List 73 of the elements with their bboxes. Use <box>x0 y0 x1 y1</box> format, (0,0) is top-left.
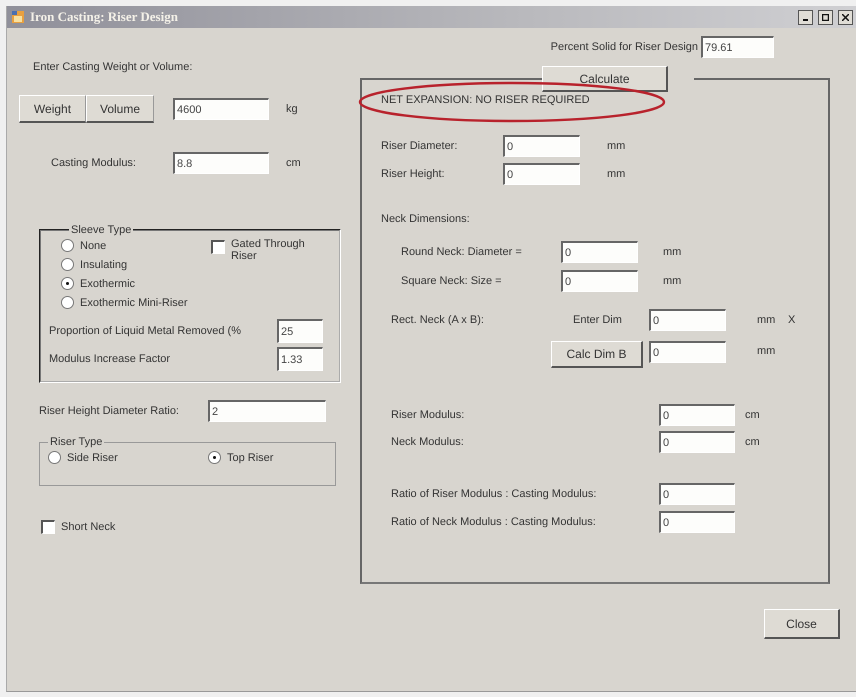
field-label: Riser Diameter: <box>381 140 458 152</box>
mode-button[interactable]: Volume <box>86 95 154 123</box>
section-title: Neck Dimensions: <box>381 213 470 225</box>
number-field[interactable]: 0 <box>649 341 726 363</box>
close-icon[interactable] <box>838 10 853 24</box>
field-label: Neck Modulus: <box>391 436 465 448</box>
amount-field[interactable]: 4600 <box>173 98 269 120</box>
app-icon <box>11 10 25 24</box>
prompt-text: Enter Casting Weight or Volume: <box>33 61 192 73</box>
field-label: Ratio of Neck Modulus : Casting Modulus: <box>391 516 597 528</box>
radio-label: Exothermic Mini-Riser <box>80 296 188 308</box>
radio-label: Side Riser <box>67 452 118 464</box>
unit-label: cm <box>745 409 760 421</box>
mode-button[interactable]: Weight <box>19 95 86 123</box>
checkbox[interactable] <box>41 520 55 534</box>
radio-label: Exothermic <box>80 278 136 290</box>
calc-dim-button[interactable]: Calc Dim B <box>551 341 643 368</box>
radio-button[interactable] <box>61 239 74 252</box>
radio-button[interactable] <box>208 451 221 464</box>
unit-label: mm <box>757 314 776 326</box>
field-label: Round Neck: Diameter = <box>401 246 523 258</box>
unit-label: mm <box>607 140 626 152</box>
maximize-icon[interactable] <box>818 10 833 24</box>
number-field[interactable]: 0 <box>659 404 735 426</box>
field-label: Modulus Increase Factor <box>49 353 172 365</box>
group-title: Sleeve Type <box>71 224 132 236</box>
window-title: Iron Casting: Riser Design <box>30 9 178 25</box>
number-field[interactable]: 0 <box>561 270 638 292</box>
field-label: Percent Solid for Riser Design <box>550 41 698 53</box>
field-label: Square Neck: Size = <box>401 275 503 287</box>
number-field[interactable]: 0 <box>659 511 735 533</box>
field-label: Riser Height: <box>381 168 446 180</box>
minimize-icon[interactable] <box>798 10 813 24</box>
radio-button[interactable] <box>61 277 74 290</box>
unit-label: mm <box>607 168 626 180</box>
number-field[interactable]: 0 <box>503 163 580 185</box>
radio-label: None <box>80 240 106 252</box>
unit-label: kg <box>286 103 298 115</box>
unit-label: mm <box>663 275 682 287</box>
calculate-button[interactable]: Calculate <box>542 66 668 92</box>
status-message: NET EXPANSION: NO RISER REQUIRED <box>381 94 590 106</box>
modulus-field[interactable]: 8.8 <box>173 152 269 174</box>
number-field[interactable]: 0 <box>659 483 735 505</box>
unit-label: cm <box>745 436 760 448</box>
radio-label: Top Riser <box>227 452 274 464</box>
unit-label: mm <box>663 246 682 258</box>
checkbox[interactable] <box>211 240 225 254</box>
number-field[interactable]: 0 <box>503 135 580 157</box>
radio-button[interactable] <box>48 451 61 464</box>
number-field[interactable]: 0 <box>561 241 638 263</box>
number-field[interactable]: 0 <box>659 431 735 453</box>
unit-label: cm <box>286 157 301 169</box>
radio-label: Insulating <box>80 258 128 270</box>
percent-field[interactable]: 79.61 <box>701 36 774 58</box>
field-label: Ratio of Riser Modulus : Casting Modulus: <box>391 488 598 500</box>
field-label: Riser Height Diameter Ratio: <box>39 405 180 417</box>
times-sign: X <box>788 314 796 326</box>
field-label: Casting Modulus: <box>51 157 137 169</box>
field-label: Enter Dim <box>573 314 623 326</box>
close-button[interactable]: Close <box>764 609 840 639</box>
radio-button[interactable] <box>61 258 74 271</box>
number-field[interactable]: 1.33 <box>277 347 323 371</box>
field-label: Proportion of Liquid Metal Removed (% <box>49 325 242 337</box>
group-title: Riser Type <box>50 436 102 448</box>
number-field[interactable]: 25 <box>277 319 323 343</box>
unit-label: mm <box>757 345 776 357</box>
ratio-field[interactable]: 2 <box>208 400 326 422</box>
field-label: Rect. Neck (A x B): <box>391 314 485 326</box>
field-label: Riser Modulus: <box>391 409 466 421</box>
number-field[interactable]: 0 <box>649 309 726 331</box>
checkbox-label: Gated Through Riser <box>231 238 306 262</box>
radio-button[interactable] <box>61 296 74 309</box>
checkbox-label: Short Neck <box>61 521 116 533</box>
